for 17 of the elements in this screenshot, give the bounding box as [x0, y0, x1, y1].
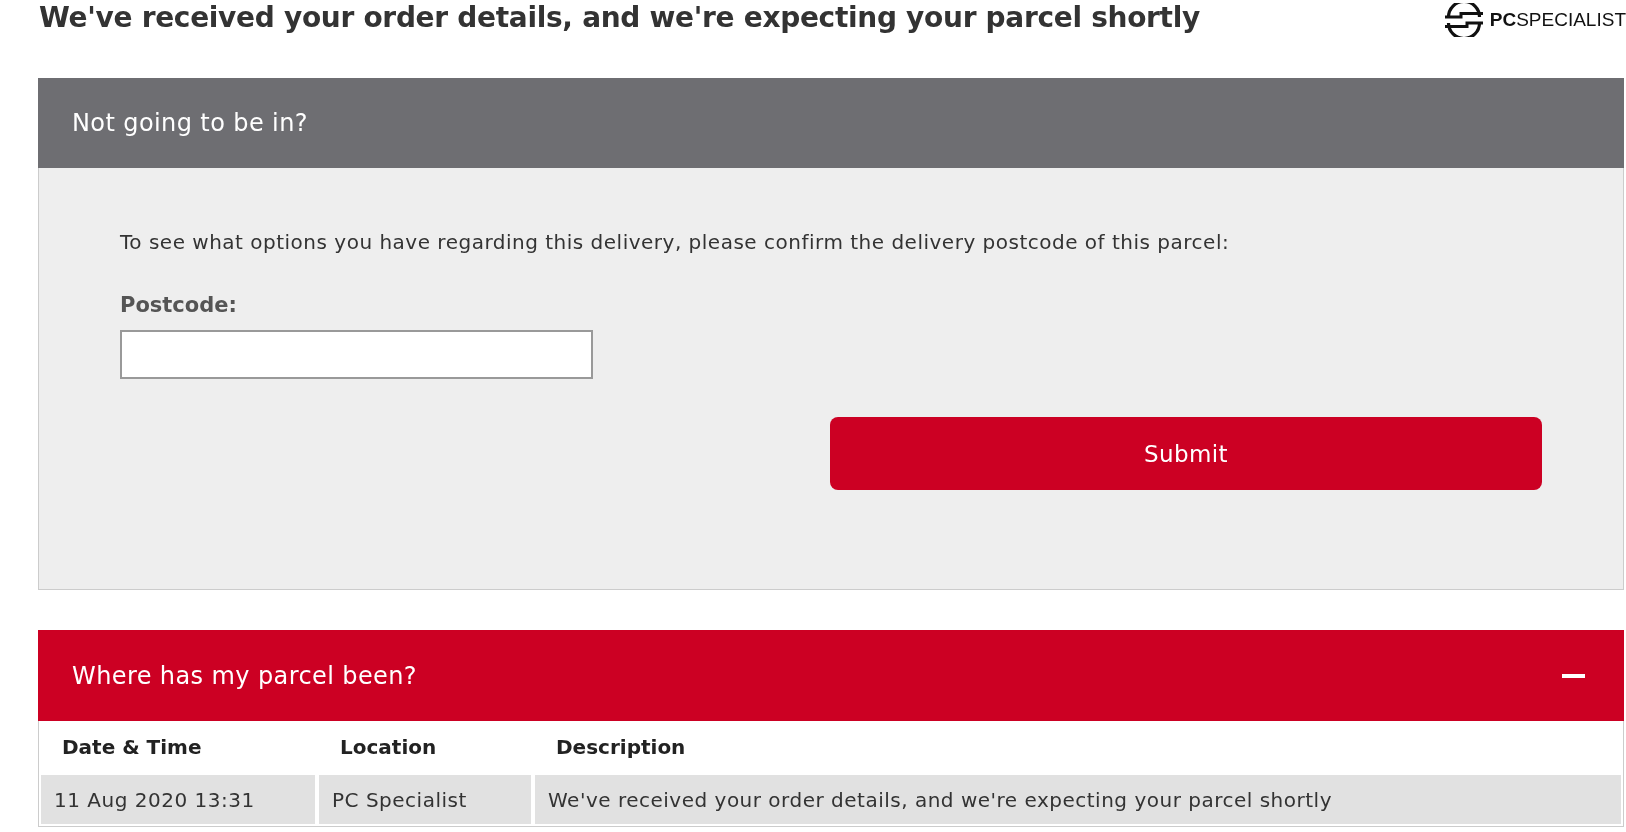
logo-text: PCSPECIALIST	[1489, 8, 1626, 32]
panel-header[interactable]: Where has my parcel been?	[38, 630, 1624, 721]
page-title: We've received your order details, and we're expecting your parcel shortly	[39, 0, 1200, 36]
collapse-icon[interactable]	[1562, 673, 1585, 678]
table-cell: PC Specialist	[319, 775, 531, 824]
column-header: Description	[555, 733, 687, 761]
instructions-text: To see what options you have regarding this delivery, please confirm the delivery postcode of this parcel:	[120, 230, 1230, 254]
logo-icon	[1443, 3, 1484, 37]
postcode-label: Postcode:	[120, 292, 237, 318]
panel-title: Where has my parcel been?	[72, 661, 417, 690]
column-header: Location	[339, 733, 438, 761]
column-header: Date & Time	[61, 733, 203, 761]
submit-button[interactable]: Submit	[830, 417, 1542, 490]
postcode-field[interactable]	[120, 330, 593, 379]
table-cell: 11 Aug 2020 13:31	[41, 775, 315, 824]
table-cell: We've received your order details, and we're expecting your parcel shortly	[535, 775, 1621, 824]
panel-title: Not going to be in?	[72, 109, 308, 137]
